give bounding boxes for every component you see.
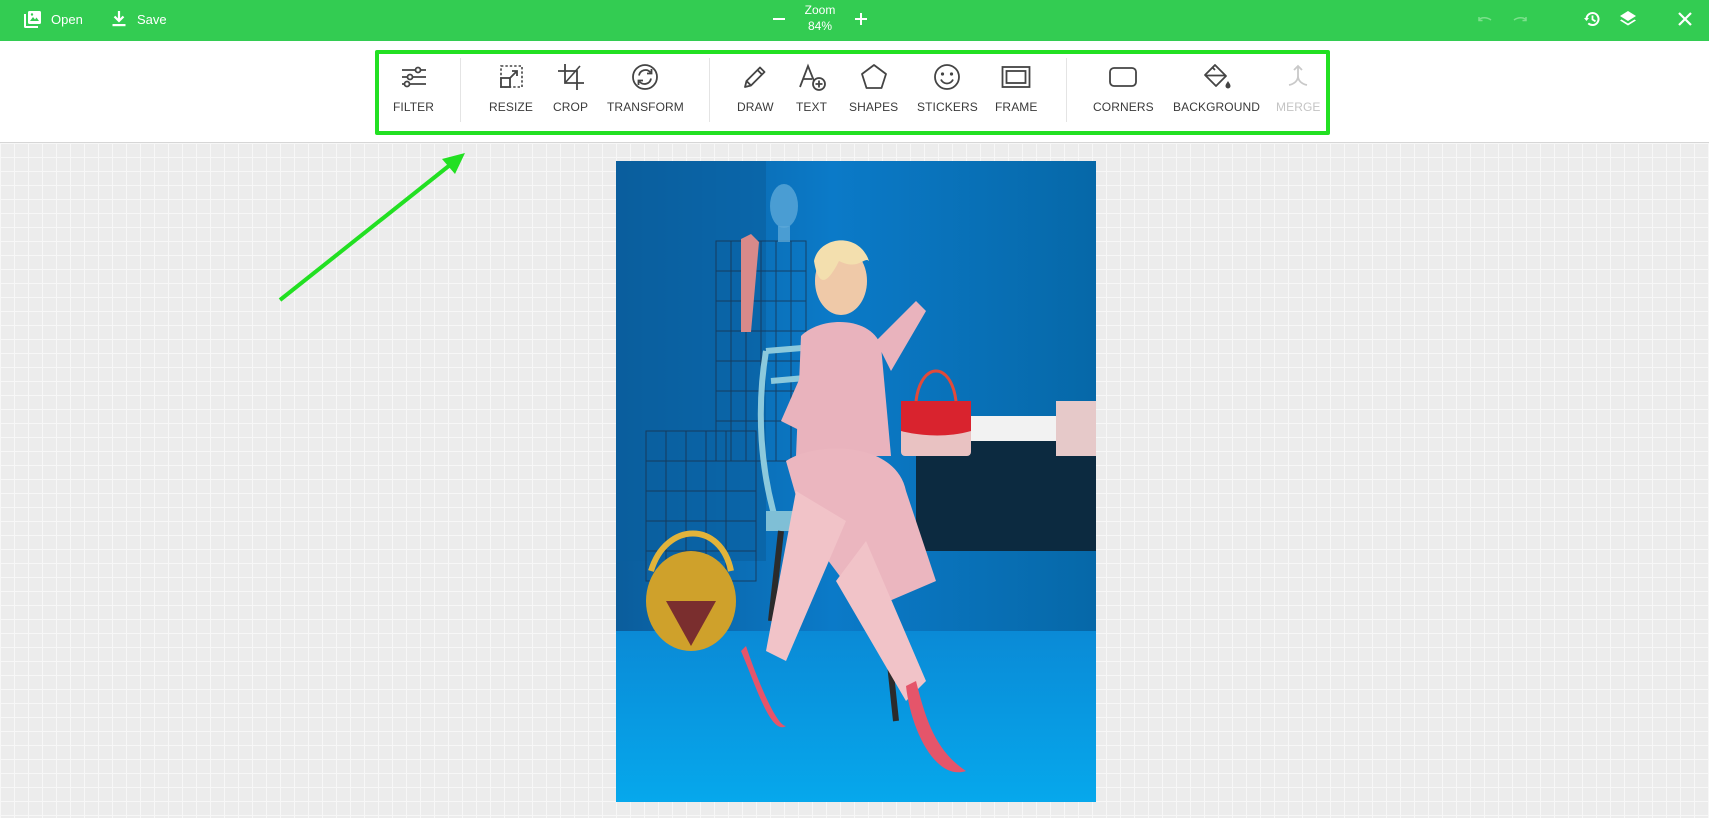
merge-icon (1283, 62, 1313, 92)
rotate-icon (630, 62, 660, 92)
close-button[interactable] (1675, 9, 1695, 29)
save-button[interactable]: Save (110, 0, 167, 38)
zoom-in-button[interactable] (852, 10, 870, 28)
toolbar-divider (460, 58, 461, 122)
open-button[interactable]: Open (24, 0, 83, 38)
tool-label: FILTER (393, 100, 435, 114)
image-icon (24, 10, 42, 28)
tool-corners[interactable]: CORNERS (1093, 62, 1154, 122)
zoom-control: Zoom 84% (770, 0, 870, 38)
undo-icon (1475, 9, 1495, 29)
tool-filter[interactable]: FILTER (393, 62, 434, 122)
history-icon (1582, 9, 1602, 29)
tool-label: STICKERS (917, 100, 978, 114)
top-bar: Open Save Zoom 84% (0, 0, 1709, 41)
zoom-value: 84% (807, 19, 833, 33)
redo-icon (1510, 9, 1530, 29)
zoom-out-button[interactable] (770, 10, 788, 28)
download-icon (110, 10, 128, 28)
tool-label: CORNERS (1093, 100, 1154, 114)
resize-icon (496, 62, 526, 92)
smiley-icon (932, 62, 962, 92)
crop-icon (556, 62, 586, 92)
tool-frame[interactable]: FRAME (995, 62, 1038, 122)
tool-label: SHAPES (849, 100, 899, 114)
pentagon-icon (859, 62, 889, 92)
undo-button[interactable] (1475, 9, 1495, 29)
annotation-arrow (278, 153, 465, 302)
tool-shapes[interactable]: SHAPES (849, 62, 898, 122)
open-label: Open (51, 11, 83, 27)
toolbar-divider (709, 58, 710, 122)
pencil-icon (740, 62, 770, 92)
tool-merge[interactable]: MERGE (1276, 62, 1321, 122)
tool-label: DRAW (737, 100, 774, 114)
close-icon (1675, 9, 1695, 29)
text-add-icon (797, 62, 827, 92)
tool-label: FRAME (995, 100, 1038, 114)
sliders-icon (399, 62, 429, 92)
tool-label: CROP (553, 100, 589, 114)
tool-transform[interactable]: TRANSFORM (607, 62, 684, 122)
canvas-image[interactable] (616, 161, 1096, 802)
frame-icon (1001, 62, 1031, 92)
tool-label: MERGE (1276, 100, 1321, 114)
tool-draw[interactable]: DRAW (737, 62, 774, 122)
history-button[interactable] (1582, 9, 1602, 29)
tool-crop[interactable]: CROP (553, 62, 588, 122)
toolbar-divider (1066, 58, 1067, 122)
tool-background[interactable]: BACKGROUND (1173, 62, 1260, 122)
tool-label: TEXT (796, 100, 828, 114)
save-label: Save (137, 11, 167, 27)
tool-label: BACKGROUND (1173, 100, 1261, 114)
tool-label: TRANSFORM (607, 100, 684, 114)
tool-resize[interactable]: RESIZE (489, 62, 533, 122)
redo-button[interactable] (1510, 9, 1530, 29)
tool-text[interactable]: TEXT (796, 62, 827, 122)
tool-stickers[interactable]: STICKERS (917, 62, 978, 122)
layers-icon (1618, 9, 1638, 29)
tool-label: RESIZE (489, 100, 533, 114)
layers-button[interactable] (1618, 9, 1638, 29)
zoom-label: Zoom (804, 3, 836, 17)
paint-bucket-icon (1202, 62, 1232, 92)
rounded-rect-icon (1108, 62, 1138, 92)
